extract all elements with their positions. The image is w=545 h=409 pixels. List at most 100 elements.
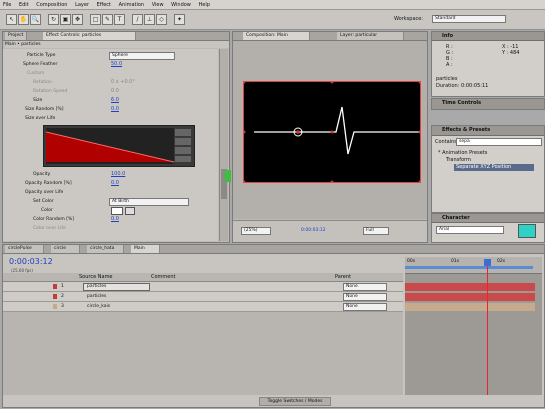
work-area-bar[interactable] [405, 266, 533, 269]
clone-tool-icon[interactable]: ⊥ [144, 14, 155, 25]
tab-circlepulse[interactable]: circlePulse [5, 245, 44, 253]
effects-search-input[interactable]: sepa [456, 138, 542, 146]
effect-controls-scrollbar[interactable] [219, 49, 228, 241]
layer-number: 1 [61, 284, 64, 289]
set-color-select[interactable]: At Birth [109, 198, 189, 206]
layer-name[interactable]: circle_kais [87, 302, 110, 311]
color-random-value[interactable]: 0.0 [111, 216, 119, 223]
preset-folder-transform[interactable]: Transform [446, 157, 471, 163]
curve-preset-icon[interactable] [175, 138, 191, 145]
zoom-tool-icon[interactable]: 🔍 [30, 14, 41, 25]
preset-folder-animation[interactable]: * Animation Presets [438, 150, 487, 156]
zoom-select[interactable]: (25%) [241, 227, 271, 235]
rotate-tool-icon[interactable]: ↻ [48, 14, 59, 25]
text-tool-icon[interactable]: T [114, 14, 125, 25]
hand-tool-icon[interactable]: ✋ [18, 14, 29, 25]
current-time-indicator[interactable] [487, 261, 488, 395]
selection-tool-icon[interactable]: ↖ [6, 14, 17, 25]
prop-label: Opacity [33, 172, 51, 177]
menu-help[interactable]: Help [195, 0, 212, 9]
rotation-speed-value[interactable]: 0.0 [111, 88, 119, 95]
tab-composition-main[interactable]: Composition: Main [243, 32, 310, 40]
prop-label: Color Random [%] [33, 217, 75, 222]
fill-color-swatch[interactable] [518, 224, 536, 238]
menu-edit[interactable]: Edit [16, 0, 32, 9]
prop-label: Opacity Random [%] [25, 181, 72, 186]
tab-main[interactable]: Main [131, 245, 160, 253]
layer-parent-select[interactable]: None [343, 293, 387, 301]
size-value[interactable]: 6.0 [111, 97, 119, 104]
sphere-feather-value[interactable]: 50.0 [111, 61, 122, 68]
comp-timecode[interactable]: 0:00:03:12 [301, 228, 326, 233]
menu-animation[interactable]: Animation [116, 0, 148, 9]
layer-name[interactable]: particles [83, 283, 150, 291]
effects-presets-panel: Effects & Presets Contains: sepa * Anima… [431, 125, 545, 213]
menu-window[interactable]: Window [168, 0, 194, 9]
tab-circle[interactable]: circle [51, 245, 80, 253]
time-ruler[interactable]: 00s 01s 02s [405, 257, 542, 274]
curve-preset-icon[interactable] [175, 156, 191, 162]
rotation-value[interactable]: 0 x +0.0° [111, 79, 135, 86]
source-name-header[interactable]: Source Name [79, 274, 113, 280]
composition-viewer[interactable] [233, 41, 427, 219]
time-controls-panel[interactable]: Time Controls [431, 98, 545, 110]
panel-resize-handle[interactable] [225, 170, 231, 182]
layer-row[interactable]: 3 circle_kais None [3, 302, 403, 312]
opacity-value[interactable]: 100.0 [111, 171, 125, 178]
comment-header[interactable]: Comment [151, 274, 176, 280]
color-swatch[interactable] [111, 207, 123, 215]
eyedropper-icon[interactable] [125, 207, 135, 215]
rectangle-tool-icon[interactable]: □ [90, 14, 101, 25]
playhead-handle[interactable] [484, 259, 491, 266]
menu-layer[interactable]: Layer [72, 0, 92, 9]
eraser-tool-icon[interactable]: ◇ [156, 14, 167, 25]
font-select[interactable]: Arial [436, 226, 504, 234]
timeline-timecode[interactable]: 0:00:03:12 [9, 257, 53, 266]
size-over-life-graph[interactable] [43, 125, 195, 167]
layer-duration-bar[interactable] [405, 283, 535, 291]
pan-behind-tool-icon[interactable]: ✥ [72, 14, 83, 25]
tab-effect-controls[interactable]: Effect Controls: particles [43, 32, 136, 40]
comp-canvas[interactable] [243, 81, 421, 183]
curve-preset-icon[interactable] [175, 129, 191, 136]
layer-parent-select[interactable]: None [343, 283, 387, 291]
menu-view[interactable]: View [149, 0, 167, 9]
layer-duration-bar[interactable] [405, 293, 535, 301]
menu-file[interactable]: File [0, 0, 14, 9]
size-random-value[interactable]: 0.0 [111, 106, 119, 113]
layer-row[interactable]: 2 particles None [3, 292, 403, 302]
workspace-select[interactable]: Standard [432, 15, 506, 23]
parent-header[interactable]: Parent [335, 274, 351, 280]
prop-label: Color over Life [33, 226, 66, 231]
layer-name[interactable]: particles [87, 292, 106, 301]
layer-label-color[interactable] [53, 284, 57, 289]
prop-label: Size [33, 98, 43, 103]
pen-tool-icon[interactable]: ✎ [102, 14, 113, 25]
camera-tool-icon[interactable]: ▣ [60, 14, 71, 25]
info-layer-name: particles [436, 76, 458, 82]
opacity-random-value[interactable]: 0.0 [111, 180, 119, 187]
menu-effect[interactable]: Effect [94, 0, 114, 9]
tab-layer-particular[interactable]: Layer: particular [337, 32, 404, 40]
brush-tool-icon[interactable]: / [132, 14, 143, 25]
particle-type-select[interactable]: Sphere [109, 52, 175, 60]
puppet-tool-icon[interactable]: ✦ [174, 14, 185, 25]
effect-properties-list: Particle Type Sphere Sphere Feather 50.0… [3, 49, 218, 241]
timeline-empty-area [3, 312, 403, 395]
timeline-graph[interactable]: 00s 01s 02s [405, 257, 542, 395]
layer-label-color[interactable] [53, 304, 57, 309]
toggle-switches-modes-button[interactable]: Toggle Switches / Modes [259, 397, 331, 406]
curve-preset-icon[interactable] [175, 147, 191, 154]
preset-item-separate-xyz[interactable]: Separate XYZ Position [454, 164, 534, 171]
ruler-tick: 01s [451, 259, 460, 264]
effect-controls-tabbar: Project Effect Controls: particles [3, 32, 229, 41]
tab-circle-hata[interactable]: circle_hata [87, 245, 124, 253]
resolution-select[interactable]: Full [363, 227, 389, 235]
layer-label-color[interactable] [53, 294, 57, 299]
layer-row[interactable]: 1 particles None [3, 282, 403, 292]
effect-controls-panel: Project Effect Controls: particles Main … [2, 31, 231, 243]
layer-parent-select[interactable]: None [343, 303, 387, 311]
layer-duration-bar[interactable] [405, 303, 535, 311]
menu-composition[interactable]: Composition [33, 0, 70, 9]
tab-project[interactable]: Project [5, 32, 28, 40]
